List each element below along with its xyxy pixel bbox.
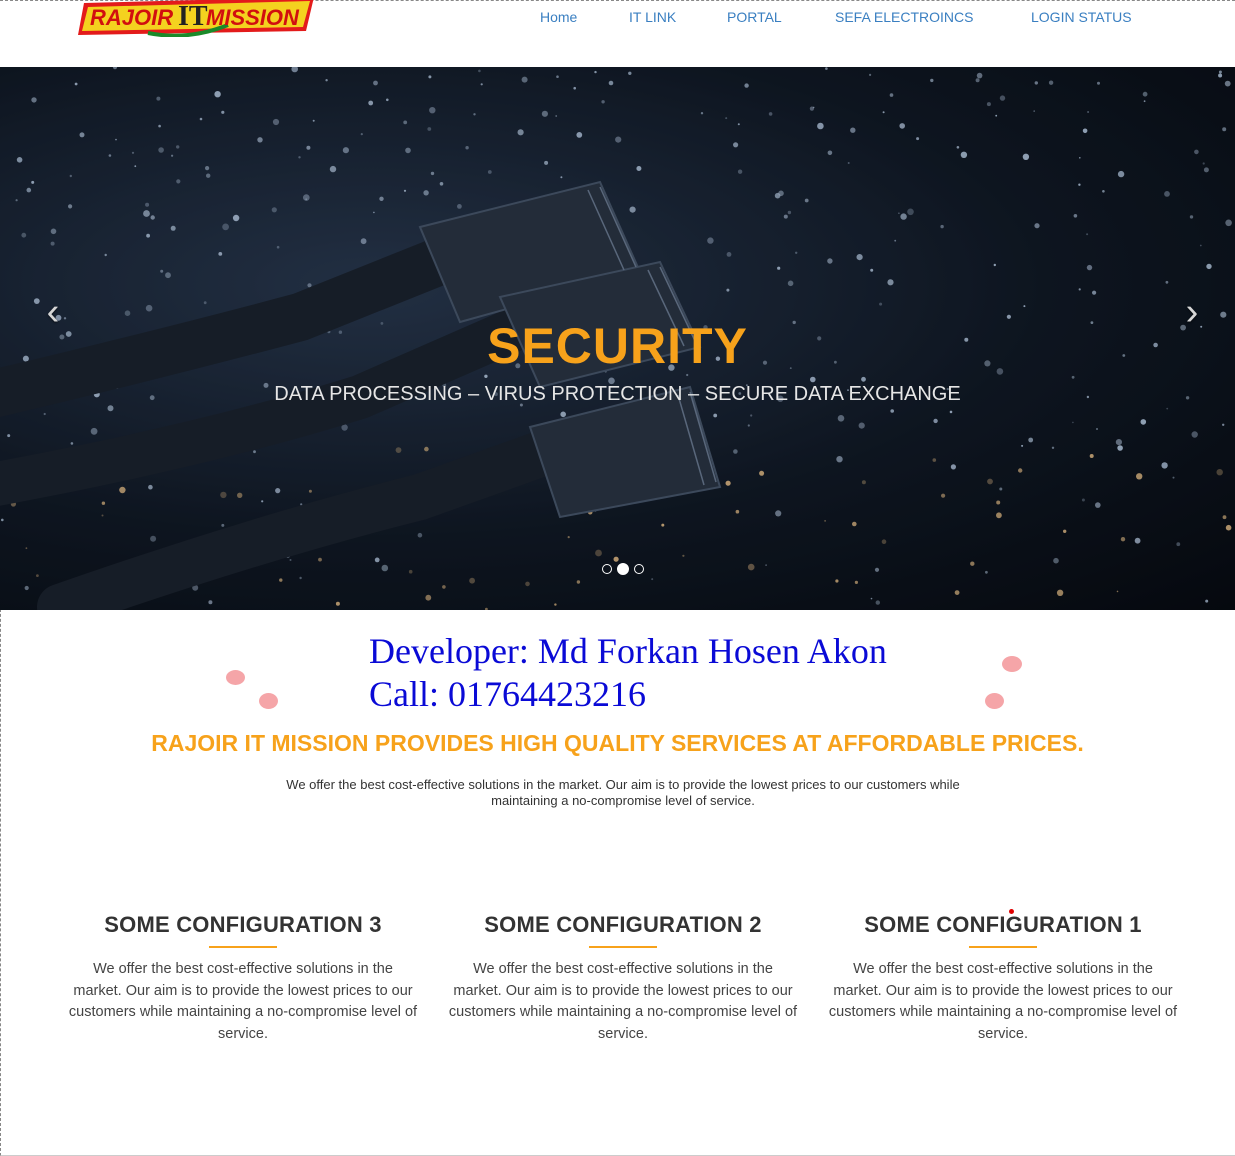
config-title: SOME CONFIGURATION 1 <box>864 912 1142 937</box>
logo-text-left: RAJOIR <box>90 5 173 30</box>
logo-text-mid: IT <box>178 1 208 32</box>
site-logo[interactable]: RAJOIR IT MISSION <box>78 0 318 37</box>
decor-dot <box>1002 656 1022 672</box>
config-title: SOME CONFIGURATION 2 <box>484 912 762 937</box>
config-column-3: SOME CONFIGURATION 3 We offer the best c… <box>67 912 419 1046</box>
carousel-indicator-2[interactable] <box>617 563 629 575</box>
config-column-1: SOME CONFIGURATION 1 We offer the best c… <box>827 912 1179 1046</box>
developer-phone: Call: 01764423216 <box>369 674 646 714</box>
decor-dot <box>985 693 1004 709</box>
decor-dot <box>259 693 278 709</box>
nav-sefa-electroincs[interactable]: SEFA ELECTROINCS <box>835 9 973 25</box>
nav-home[interactable]: Home <box>540 9 577 25</box>
config-title: SOME CONFIGURATION 3 <box>104 912 382 937</box>
logo-text-right: MISSION <box>206 5 300 30</box>
tagline-heading: RAJOIR IT MISSION PROVIDES HIGH QUALITY … <box>151 730 1084 756</box>
nav-it-link[interactable]: IT LINK <box>629 9 676 25</box>
config-text: We offer the best cost-effective solutio… <box>448 961 798 1043</box>
title-underline <box>969 946 1037 948</box>
carousel-indicator-1[interactable] <box>602 564 612 574</box>
intro-text: We offer the best cost-effective solutio… <box>286 777 960 808</box>
red-dot-mark <box>1009 909 1014 914</box>
config-text: We offer the best cost-effective solutio… <box>828 961 1178 1043</box>
config-column-2: SOME CONFIGURATION 2 We offer the best c… <box>447 912 799 1046</box>
nav-login-status[interactable]: LOGIN STATUS <box>1031 9 1132 25</box>
slide-subtitle: DATA PROCESSING – VIRUS PROTECTION – SEC… <box>274 383 961 405</box>
title-underline <box>209 946 277 948</box>
title-underline <box>589 946 657 948</box>
nav-portal[interactable]: PORTAL <box>727 9 782 25</box>
carousel-indicator-3[interactable] <box>634 564 644 574</box>
hero-carousel: ‹ › SECURITY DATA PROCESSING – VIRUS PRO… <box>0 67 1235 610</box>
slide-title: SECURITY <box>487 318 748 374</box>
config-text: We offer the best cost-effective solutio… <box>68 961 418 1043</box>
decor-dot <box>226 670 245 685</box>
site-header: RAJOIR IT MISSION Home IT LINK PORTAL SE… <box>0 0 1235 67</box>
developer-name: Developer: Md Forkan Hosen Akon <box>369 631 887 671</box>
